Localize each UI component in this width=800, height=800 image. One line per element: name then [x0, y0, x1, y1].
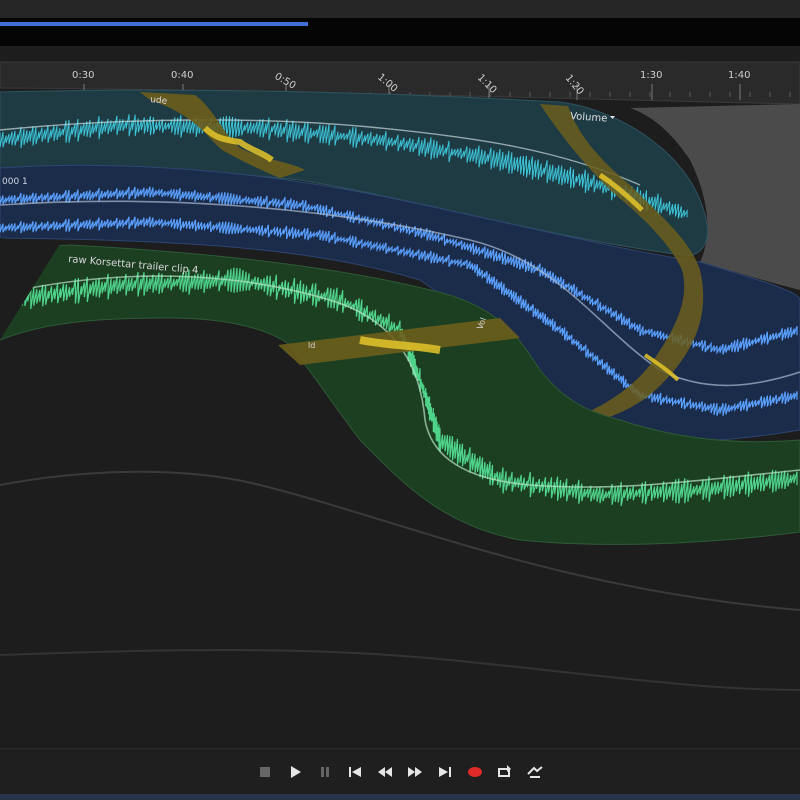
rewind-icon: [378, 767, 392, 777]
top-panel: [0, 0, 800, 18]
go-to-end-icon: [439, 767, 451, 777]
ruler-tick-label: 1:30: [640, 70, 662, 81]
shuttle-button[interactable]: [524, 761, 546, 783]
track-label-mid: 000 1: [2, 177, 28, 187]
play-icon: [291, 766, 301, 778]
stop-icon: [260, 767, 270, 777]
pause-button[interactable]: [314, 761, 336, 783]
transport-toolbar: [0, 748, 800, 795]
ruler-tick-label: 0:40: [171, 70, 193, 81]
clip-tag-top: ude: [150, 95, 168, 107]
playhead-progress-bar[interactable]: [0, 22, 308, 26]
empty-lane-divider-2: [0, 649, 800, 691]
fast-forward-button[interactable]: [404, 761, 426, 783]
timeline-canvas[interactable]: 0:30 0:40 0:50 1:00 1:10 1:20 1:30 1:40 ude 000…: [0, 0, 800, 800]
rewind-button[interactable]: [374, 761, 396, 783]
shuttle-icon: [527, 766, 543, 778]
play-button[interactable]: [284, 761, 306, 783]
stop-button[interactable]: [254, 761, 276, 783]
loop-icon: [498, 765, 511, 777]
status-strip: [0, 794, 800, 800]
record-button[interactable]: [464, 761, 486, 783]
go-to-start-icon: [349, 767, 361, 777]
record-icon: [468, 767, 482, 777]
ruler-tick-label: 1:40: [728, 70, 750, 81]
loop-button[interactable]: [494, 761, 516, 783]
pause-icon: [321, 767, 329, 777]
fast-forward-icon: [408, 767, 422, 777]
daw-window: 0:30 0:40 0:50 1:00 1:10 1:20 1:30 1:40 ude 000…: [0, 0, 800, 800]
go-to-end-button[interactable]: [434, 761, 456, 783]
crossfade-tag-left: ld: [308, 341, 315, 350]
ruler-tick-label: 0:30: [72, 70, 94, 81]
go-to-start-button[interactable]: [344, 761, 366, 783]
